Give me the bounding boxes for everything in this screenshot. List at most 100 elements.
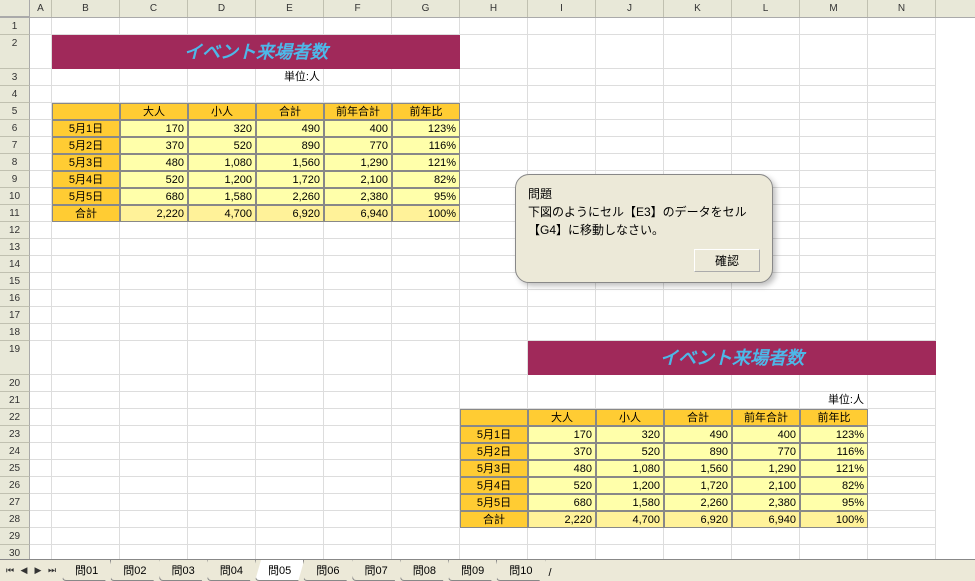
- cell[interactable]: [868, 511, 936, 528]
- cell[interactable]: [392, 392, 460, 409]
- cell[interactable]: [528, 290, 596, 307]
- cell[interactable]: [596, 528, 664, 545]
- cell[interactable]: [596, 69, 664, 86]
- cell[interactable]: [120, 460, 188, 477]
- cell[interactable]: [596, 545, 664, 559]
- cell[interactable]: [392, 494, 460, 511]
- sheet-tab[interactable]: 問03: [159, 560, 208, 581]
- cell[interactable]: [256, 222, 324, 239]
- cell[interactable]: [460, 137, 528, 154]
- cell[interactable]: [392, 273, 460, 290]
- row-header[interactable]: 15: [0, 273, 30, 290]
- select-all-corner[interactable]: [0, 0, 30, 17]
- cell[interactable]: [30, 290, 52, 307]
- cell[interactable]: [324, 511, 392, 528]
- cell[interactable]: [392, 443, 460, 460]
- cell[interactable]: [120, 375, 188, 392]
- cell[interactable]: [732, 290, 800, 307]
- cell[interactable]: [256, 341, 324, 375]
- cell[interactable]: [528, 545, 596, 559]
- cell[interactable]: [30, 69, 52, 86]
- cell[interactable]: [460, 154, 528, 171]
- cell[interactable]: [732, 528, 800, 545]
- cell[interactable]: [800, 188, 868, 205]
- cell[interactable]: [868, 392, 936, 409]
- cell[interactable]: [800, 103, 868, 120]
- cell[interactable]: [52, 222, 120, 239]
- row-header[interactable]: 13: [0, 239, 30, 256]
- cell[interactable]: [256, 460, 324, 477]
- cell[interactable]: [460, 324, 528, 341]
- cell[interactable]: [52, 18, 120, 35]
- cell[interactable]: [30, 307, 52, 324]
- cell[interactable]: [460, 35, 528, 69]
- cell[interactable]: [52, 443, 120, 460]
- col-header[interactable]: J: [596, 0, 664, 17]
- cell[interactable]: [30, 137, 52, 154]
- cell[interactable]: [52, 409, 120, 426]
- cell[interactable]: [664, 545, 732, 559]
- cell[interactable]: [30, 392, 52, 409]
- cell[interactable]: [52, 545, 120, 559]
- cell[interactable]: [324, 409, 392, 426]
- cell[interactable]: [392, 69, 460, 86]
- cell[interactable]: [800, 273, 868, 290]
- cell[interactable]: [868, 222, 936, 239]
- cell[interactable]: [120, 239, 188, 256]
- row-header[interactable]: 12: [0, 222, 30, 239]
- cell[interactable]: [732, 103, 800, 120]
- row-header[interactable]: 27: [0, 494, 30, 511]
- cell[interactable]: [120, 528, 188, 545]
- cell[interactable]: [868, 273, 936, 290]
- cell[interactable]: [324, 341, 392, 375]
- cell[interactable]: [324, 460, 392, 477]
- row-header[interactable]: 20: [0, 375, 30, 392]
- col-header[interactable]: E: [256, 0, 324, 17]
- cell[interactable]: [30, 18, 52, 35]
- cell[interactable]: [52, 69, 120, 86]
- cell[interactable]: [30, 35, 52, 69]
- row-header[interactable]: 16: [0, 290, 30, 307]
- col-header[interactable]: M: [800, 0, 868, 17]
- cell[interactable]: [120, 409, 188, 426]
- cell[interactable]: [324, 528, 392, 545]
- confirm-button[interactable]: 確認: [694, 249, 760, 272]
- row-header[interactable]: 23: [0, 426, 30, 443]
- cell[interactable]: [30, 545, 52, 559]
- cell[interactable]: [460, 18, 528, 35]
- cell[interactable]: [868, 120, 936, 137]
- row-header[interactable]: 8: [0, 154, 30, 171]
- cell[interactable]: [800, 375, 868, 392]
- cell[interactable]: [30, 494, 52, 511]
- cell[interactable]: [664, 137, 732, 154]
- cell[interactable]: [868, 86, 936, 103]
- sheet-tab[interactable]: 問04: [207, 560, 256, 581]
- cell[interactable]: [256, 392, 324, 409]
- cell[interactable]: [120, 477, 188, 494]
- cell[interactable]: [188, 290, 256, 307]
- cell[interactable]: [52, 290, 120, 307]
- cell[interactable]: [188, 443, 256, 460]
- row-header[interactable]: 6: [0, 120, 30, 137]
- cell[interactable]: [256, 18, 324, 35]
- cell[interactable]: [30, 375, 52, 392]
- cell[interactable]: [188, 239, 256, 256]
- cell[interactable]: [460, 528, 528, 545]
- cell[interactable]: [30, 460, 52, 477]
- cell[interactable]: [732, 545, 800, 559]
- sheet-tab[interactable]: 問02: [110, 560, 159, 581]
- cell[interactable]: [868, 375, 936, 392]
- cell[interactable]: [868, 154, 936, 171]
- cell[interactable]: [460, 290, 528, 307]
- cell[interactable]: [256, 426, 324, 443]
- sheet-tab[interactable]: 問01: [62, 560, 111, 581]
- cell[interactable]: [188, 324, 256, 341]
- cell[interactable]: [30, 222, 52, 239]
- sheet-tab[interactable]: 問07: [352, 560, 401, 581]
- tab-first-icon[interactable]: ⏮: [4, 564, 16, 578]
- cell[interactable]: [460, 392, 528, 409]
- cell[interactable]: [800, 528, 868, 545]
- cell[interactable]: [868, 103, 936, 120]
- col-header[interactable]: B: [52, 0, 120, 17]
- sheet-tab[interactable]: 問05: [255, 560, 304, 581]
